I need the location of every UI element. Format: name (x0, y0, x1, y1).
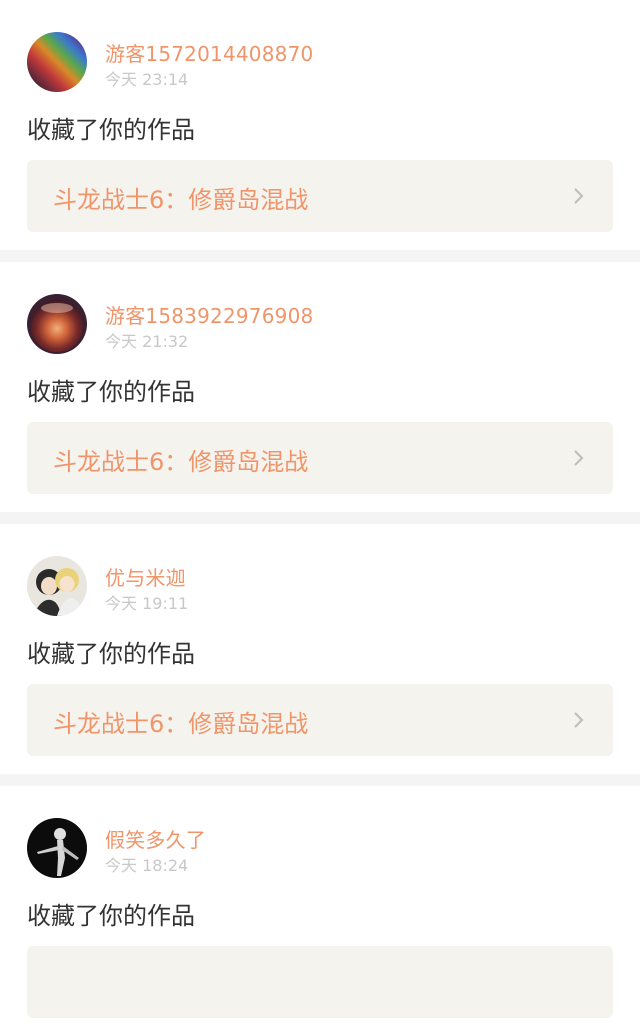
avatar[interactable] (27, 818, 87, 878)
action-text: 收藏了你的作品 (27, 902, 195, 930)
anime-characters-avatar-icon (27, 556, 87, 616)
rainbow-avatar-icon (27, 32, 87, 92)
work-link[interactable]: 斗龙战士6：修爵岛混战 (27, 684, 613, 756)
timestamp: 今天 21:32 (105, 332, 189, 351)
timestamp: 今天 18:24 (105, 856, 189, 875)
username[interactable]: 假笑多久了 (105, 824, 206, 853)
username[interactable]: 游客1572014408870 (105, 38, 313, 67)
work-title: 斗龙战士6：修爵岛混战 (53, 448, 309, 476)
feed-item: 优与米迦 今天 19:11 收藏了你的作品 斗龙战士6：修爵岛混战 (0, 524, 640, 774)
feed-item: 假笑多久了 今天 18:24 收藏了你的作品 (0, 786, 640, 1036)
work-link[interactable]: 斗龙战士6：修爵岛混战 (27, 422, 613, 494)
work-link[interactable] (27, 946, 613, 1018)
action-text: 收藏了你的作品 (27, 116, 195, 144)
work-title: 斗龙战士6：修爵岛混战 (53, 186, 309, 214)
avatar[interactable] (27, 32, 87, 92)
timestamp: 今天 23:14 (105, 70, 189, 89)
activity-feed: 游客1572014408870 今天 23:14 收藏了你的作品 斗龙战士6：修… (0, 0, 640, 1036)
work-link[interactable]: 斗龙战士6：修爵岛混战 (27, 160, 613, 232)
chevron-right-icon (574, 712, 584, 728)
username[interactable]: 优与米迦 (105, 562, 186, 591)
feed-item: 游客1583922976908 今天 21:32 收藏了你的作品 斗龙战士6：修… (0, 262, 640, 512)
chevron-right-icon (574, 450, 584, 466)
dark-silhouette-avatar-icon (27, 818, 87, 878)
username[interactable]: 游客1583922976908 (105, 300, 313, 329)
work-title: 斗龙战士6：修爵岛混战 (53, 710, 309, 738)
glowing-orb-avatar-icon (27, 294, 87, 354)
action-text: 收藏了你的作品 (27, 640, 195, 668)
action-text: 收藏了你的作品 (27, 378, 195, 406)
chevron-right-icon (574, 188, 584, 204)
avatar[interactable] (27, 294, 87, 354)
avatar[interactable] (27, 556, 87, 616)
feed-item: 游客1572014408870 今天 23:14 收藏了你的作品 斗龙战士6：修… (0, 0, 640, 250)
timestamp: 今天 19:11 (105, 594, 189, 613)
